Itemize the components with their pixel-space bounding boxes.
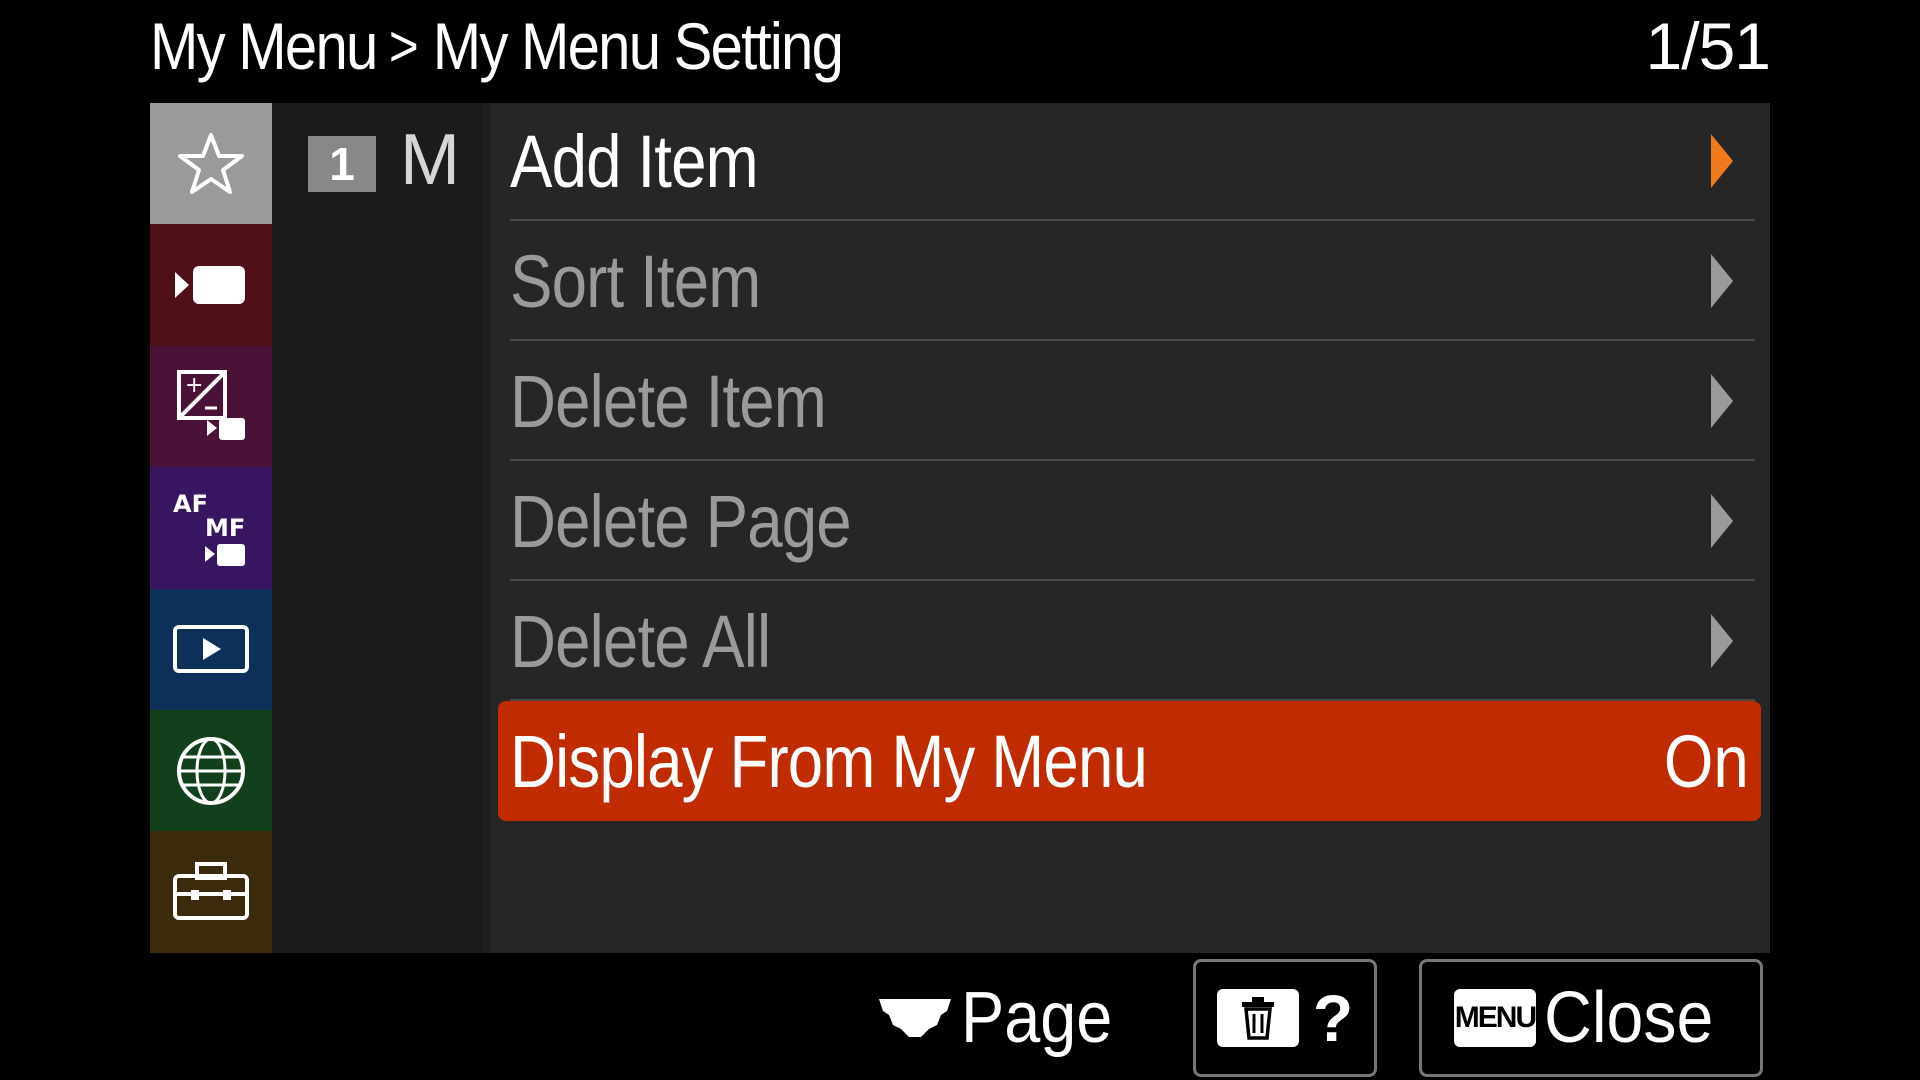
svg-text:MF: MF: [205, 514, 245, 542]
menu-panel: + AF MF 1 M Add Item Sort Item Delete It…: [150, 103, 1770, 953]
arrow-right-icon: [1711, 494, 1733, 548]
control-wheel-icon: [875, 993, 955, 1044]
menu-item-label: Sort Item: [510, 239, 761, 323]
tab-my-menu[interactable]: [150, 103, 272, 225]
globe-icon: [173, 733, 249, 809]
tab-playback[interactable]: [150, 588, 272, 710]
trash-icon: [1216, 989, 1299, 1047]
delete-help-button[interactable]: ?: [1193, 959, 1377, 1077]
svg-text:AF: AF: [173, 490, 208, 518]
page-number-badge[interactable]: 1: [308, 136, 376, 192]
tab-exposure-color[interactable]: +: [150, 345, 272, 468]
footer-bar: Page ? MENU Close: [0, 955, 1920, 1080]
tab-shooting[interactable]: [150, 224, 272, 346]
menu-button-icon: MENU: [1453, 989, 1537, 1047]
menu-item-add-item[interactable]: Add Item: [510, 103, 1755, 221]
arrow-right-icon: [1711, 254, 1733, 308]
close-button[interactable]: MENU Close: [1419, 959, 1763, 1077]
page-counter: 1/51: [1645, 9, 1771, 83]
breadcrumb-root[interactable]: My Menu: [150, 8, 378, 84]
arrow-right-icon: [1711, 614, 1733, 668]
category-tabs: + AF MF: [150, 103, 272, 953]
breadcrumb-separator: >: [388, 13, 419, 79]
tab-setup[interactable]: [150, 831, 272, 953]
menu-item-sort-item[interactable]: Sort Item: [510, 223, 1755, 341]
arrow-right-icon: [1711, 134, 1733, 188]
af-mf-icon: AF MF: [171, 486, 251, 570]
movie-camera-icon: [171, 260, 251, 310]
playback-icon: [171, 621, 251, 677]
menu-item-label: Display From My Menu: [510, 719, 1148, 803]
menu-item-delete-page[interactable]: Delete Page: [510, 463, 1755, 581]
page-hint-label: Page: [961, 978, 1113, 1058]
menu-item-label: Delete Item: [510, 359, 827, 443]
exposure-color-icon: +: [171, 366, 251, 446]
menu-item-delete-item[interactable]: Delete Item: [510, 343, 1755, 461]
breadcrumb-current: My Menu Setting: [432, 9, 844, 83]
menu-item-display-from-my-menu[interactable]: Display From My Menu On: [498, 701, 1761, 821]
help-label: ?: [1312, 981, 1354, 1055]
page-column: 1 M: [272, 103, 482, 953]
menu-item-label: Delete Page: [510, 479, 852, 563]
menu-list: Add Item Sort Item Delete Item Delete Pa…: [490, 103, 1770, 953]
page-hint: Page: [875, 977, 1129, 1059]
tab-network[interactable]: [150, 709, 272, 832]
menu-item-label: Add Item: [510, 119, 759, 203]
star-icon: [176, 129, 246, 199]
tab-focus[interactable]: AF MF: [150, 467, 272, 589]
menu-item-delete-all[interactable]: Delete All: [510, 583, 1755, 701]
svg-text:+: +: [185, 373, 203, 398]
menu-item-label: Delete All: [510, 599, 771, 683]
header-bar: My Menu > My Menu Setting 1/51: [150, 0, 1771, 100]
toolbox-icon: [171, 860, 251, 924]
setting-value: On: [1664, 719, 1749, 803]
close-label: Close: [1543, 978, 1714, 1058]
breadcrumb: My Menu > My Menu Setting: [150, 8, 844, 84]
arrow-right-icon: [1711, 374, 1733, 428]
page-name: M: [400, 120, 460, 200]
